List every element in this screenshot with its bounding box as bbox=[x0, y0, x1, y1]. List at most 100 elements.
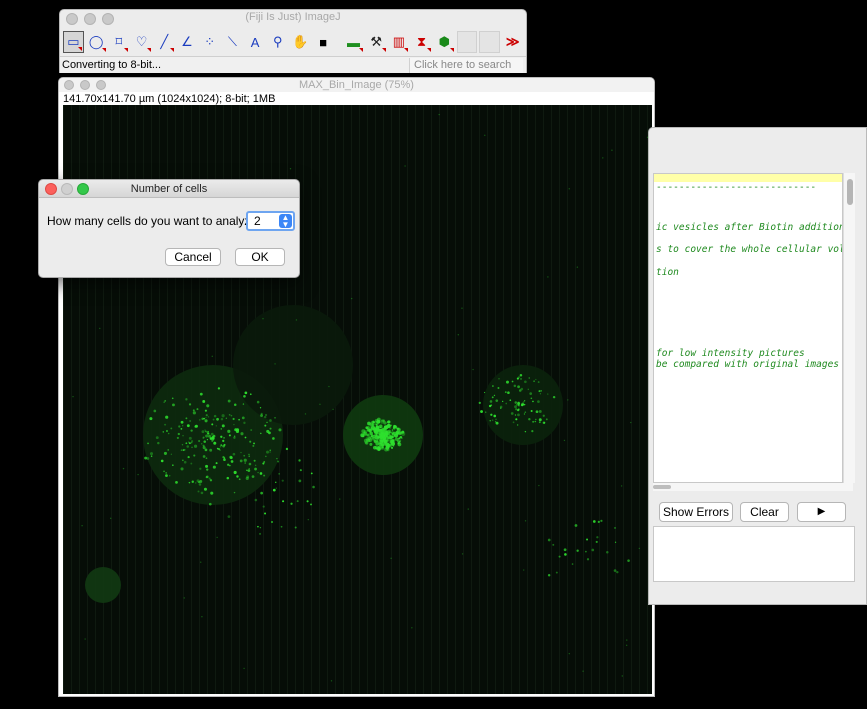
fluorescent-spot bbox=[514, 401, 518, 404]
stacks-menu-icon[interactable]: ⚒ bbox=[365, 31, 387, 53]
dropdown-indicator-icon bbox=[381, 48, 386, 52]
fluorescent-spot bbox=[378, 439, 382, 442]
fluorescent-spot bbox=[254, 498, 258, 502]
fluorescent-spot bbox=[310, 472, 313, 475]
color-picker-icon[interactable]: ■ bbox=[312, 31, 334, 53]
fluorescent-spot bbox=[387, 426, 389, 428]
angle-tool-icon[interactable]: ∠ bbox=[176, 31, 198, 53]
fluorescent-spot bbox=[211, 355, 213, 358]
fluorescent-spot bbox=[374, 421, 379, 426]
fluorescent-spot bbox=[164, 423, 167, 426]
stepper-arrows-icon[interactable]: ▲ ▼ bbox=[279, 214, 292, 229]
fluorescent-spot bbox=[523, 413, 526, 415]
fluorescent-spot bbox=[523, 403, 526, 406]
fluorescent-spot bbox=[379, 429, 381, 431]
ok-button[interactable]: OK bbox=[235, 248, 285, 266]
wand-tool-icon[interactable]: ⟍ bbox=[222, 31, 243, 53]
fluorescent-spot bbox=[480, 410, 483, 413]
developer-menu-icon[interactable]: ▬ bbox=[343, 31, 364, 53]
search-field[interactable]: Click here to search bbox=[409, 58, 523, 73]
brush-tool-icon[interactable]: ⧗ bbox=[411, 31, 432, 53]
fluorescent-spot bbox=[281, 479, 284, 482]
fluorescent-spot bbox=[184, 449, 186, 451]
image-stripe bbox=[447, 105, 448, 694]
fluorescent-spot bbox=[225, 417, 227, 419]
fluorescent-spot bbox=[493, 414, 497, 418]
fluorescent-spot bbox=[203, 440, 207, 443]
empty-tool-slot[interactable] bbox=[479, 31, 501, 53]
fluorescent-spot bbox=[205, 464, 209, 468]
fluorescent-spot bbox=[200, 561, 202, 563]
fluorescent-spot bbox=[386, 443, 390, 447]
lut-menu-icon[interactable]: ▥ bbox=[388, 31, 410, 53]
fluorescent-spot bbox=[638, 547, 641, 550]
fluorescent-spot bbox=[268, 431, 271, 435]
cancel-button[interactable]: Cancel bbox=[165, 248, 221, 266]
polygon-tool-icon[interactable]: ⌑ bbox=[108, 31, 130, 53]
fluorescent-spot bbox=[84, 638, 86, 640]
scroll-thumb[interactable] bbox=[847, 179, 853, 205]
empty-tool-slot[interactable] bbox=[456, 31, 478, 53]
fluorescent-spot bbox=[211, 436, 214, 438]
fluorescent-spot bbox=[241, 416, 245, 420]
shape-tool-icon[interactable]: ⬢ bbox=[433, 31, 455, 53]
fluorescent-spot bbox=[517, 401, 520, 404]
fluorescent-spot bbox=[563, 548, 567, 552]
fluorescent-spot bbox=[397, 442, 402, 447]
fluorescent-spot bbox=[563, 439, 566, 442]
show-errors-button[interactable]: Show Errors bbox=[659, 502, 733, 522]
fluorescent-spot bbox=[535, 410, 539, 414]
fluorescent-spot bbox=[252, 444, 255, 447]
hand-tool-icon[interactable]: ✋ bbox=[290, 31, 311, 53]
text-tool-icon[interactable]: A bbox=[244, 31, 266, 53]
fluorescent-spot bbox=[163, 401, 165, 403]
log-line: for low intensity pictures bbox=[656, 348, 805, 359]
freehand-tool-icon[interactable]: ♡ bbox=[131, 31, 152, 53]
fluorescent-spot bbox=[190, 429, 193, 432]
fluorescent-spot bbox=[513, 384, 517, 388]
fluorescent-spot bbox=[72, 395, 74, 398]
fluorescent-spot bbox=[167, 449, 170, 451]
fluorescent-spot bbox=[538, 390, 541, 393]
oval-tool-icon[interactable]: ◯ bbox=[85, 31, 107, 53]
fluorescent-spot bbox=[493, 394, 496, 397]
fluorescent-spot bbox=[269, 451, 271, 453]
log-text-area[interactable]: ---------------------------- ic vesicles… bbox=[653, 173, 843, 483]
fluorescent-spot bbox=[155, 436, 159, 440]
fluorescent-spot bbox=[189, 420, 191, 422]
fluorescent-spot bbox=[190, 462, 193, 465]
line-tool-icon[interactable]: ╱ bbox=[153, 31, 175, 53]
rectangle-tool-icon[interactable]: ▭ bbox=[63, 31, 84, 53]
fluorescent-spot bbox=[379, 426, 382, 429]
fluorescent-spot bbox=[375, 425, 379, 428]
magnifier-tool-icon[interactable]: ⚲ bbox=[267, 31, 289, 53]
more-tools-icon[interactable]: ≫ bbox=[502, 31, 523, 53]
fluorescent-spot bbox=[384, 425, 388, 429]
fluorescent-spot bbox=[153, 409, 157, 413]
fluorescent-spot bbox=[602, 157, 604, 159]
fluorescent-spot bbox=[383, 434, 386, 437]
clear-button[interactable]: Clear bbox=[740, 502, 789, 522]
fluorescent-spot bbox=[253, 459, 256, 462]
run-button[interactable]: ▶ bbox=[797, 502, 846, 522]
point-tool-icon[interactable]: ⁘ bbox=[199, 31, 221, 53]
fluorescent-spot bbox=[367, 436, 371, 440]
fluorescent-spot bbox=[391, 432, 394, 436]
scroll-thumb[interactable] bbox=[653, 485, 671, 489]
fluorescent-spot bbox=[160, 459, 164, 463]
number-of-cells-dialog: Number of cells How many cells do you wa… bbox=[38, 179, 300, 278]
fluorescent-spot bbox=[220, 435, 223, 438]
fluorescent-spot bbox=[194, 424, 198, 428]
cell-count-spinner[interactable]: 2 ▲ ▼ bbox=[246, 211, 295, 231]
fluorescent-spot bbox=[532, 420, 535, 423]
fluorescent-spot bbox=[205, 434, 209, 438]
log-output-area[interactable] bbox=[653, 526, 855, 582]
fluorescent-spot bbox=[262, 317, 264, 320]
horizontal-scrollbar[interactable] bbox=[653, 483, 853, 491]
fluorescent-spot bbox=[202, 400, 206, 403]
vertical-scrollbar[interactable] bbox=[843, 173, 855, 483]
fluorescent-spot bbox=[512, 421, 515, 424]
image-stripe bbox=[439, 105, 440, 694]
fluorescent-spot bbox=[150, 455, 153, 457]
fluorescent-spot bbox=[197, 490, 200, 493]
